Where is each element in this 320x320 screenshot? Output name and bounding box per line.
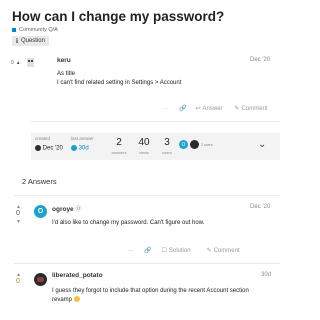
checkbox-icon: ☐ bbox=[161, 248, 167, 254]
username-text: ogroye bbox=[52, 206, 74, 213]
topic-stats: created Dec '20 last answer 30d 2 answer… bbox=[31, 133, 280, 160]
link-icon[interactable]: 🔗 bbox=[179, 105, 186, 112]
vote-count: 0 bbox=[16, 278, 20, 285]
post-date[interactable]: Dec '20 bbox=[250, 57, 270, 63]
answer-username[interactable]: ogroye Ⓞ bbox=[52, 204, 82, 213]
created-date: Dec '20 bbox=[42, 145, 63, 152]
smile-emoji-icon bbox=[73, 296, 80, 303]
answer-button[interactable]: ↩ Answer bbox=[195, 105, 223, 113]
question-line-1: As title bbox=[57, 71, 76, 77]
avatar[interactable]: O bbox=[34, 205, 47, 218]
answer-text-line-1: I guess they forgot to include that opti… bbox=[52, 288, 249, 294]
answer-text-line-2: revamp bbox=[52, 296, 80, 305]
post-username[interactable]: keru bbox=[57, 57, 71, 64]
chevron-down-icon[interactable]: ⌄ bbox=[258, 139, 266, 150]
info-icon: i bbox=[16, 37, 18, 45]
category-label: Community Q/A bbox=[19, 27, 58, 33]
avatar bbox=[71, 145, 77, 151]
answer-actions: ··· 🔗 ☐ Solution ✎ Comment bbox=[128, 247, 240, 255]
created-label: created bbox=[35, 136, 51, 141]
answer-username[interactable]: liberated_potato bbox=[52, 272, 103, 279]
views-count: 40 bbox=[138, 137, 150, 148]
tag-label: Question bbox=[20, 38, 45, 44]
views-caption: views bbox=[138, 150, 149, 155]
vote-count: 0 bbox=[16, 210, 20, 217]
page-title: How can I change my password? bbox=[12, 9, 225, 24]
divider bbox=[14, 195, 280, 196]
downvote-icon[interactable]: ▼ bbox=[16, 219, 21, 225]
badge-icon: Ⓞ bbox=[75, 207, 82, 213]
answer-label: Answer bbox=[202, 105, 223, 112]
comment-icon: ✎ bbox=[234, 106, 240, 112]
solution-button[interactable]: ☐ Solution bbox=[161, 247, 191, 255]
comment-label: Comment bbox=[241, 105, 268, 112]
last-answer-value[interactable]: 30d bbox=[71, 145, 89, 152]
answers-header: 2 Answers bbox=[22, 177, 57, 186]
participants-extra: 2 users bbox=[201, 143, 213, 147]
users-count: 3 bbox=[164, 137, 170, 148]
last-answer-label: last answer bbox=[71, 136, 94, 141]
question-line-2: I can't find related setting in Settings… bbox=[57, 80, 182, 86]
last-answer-date: 30d bbox=[78, 145, 89, 152]
comment-button[interactable]: ✎ Comment bbox=[206, 247, 240, 255]
avatar[interactable] bbox=[24, 56, 37, 69]
category-color-swatch bbox=[12, 28, 16, 32]
vote-count: 0 bbox=[11, 60, 14, 66]
created-value[interactable]: Dec '20 bbox=[35, 145, 63, 152]
participant-avatar[interactable]: O bbox=[179, 140, 188, 149]
divider bbox=[14, 263, 280, 264]
question-actions: ··· 🔗 ↩ Answer ✎ Comment bbox=[163, 105, 268, 113]
avatar bbox=[35, 145, 41, 151]
answers-count: 2 bbox=[116, 137, 122, 148]
link-icon[interactable]: 🔗 bbox=[144, 247, 151, 254]
category-link[interactable]: Community Q/A bbox=[12, 27, 58, 33]
more-button[interactable]: ··· bbox=[163, 106, 169, 112]
question-tag[interactable]: i Question bbox=[12, 36, 49, 46]
comment-label: Comment bbox=[213, 247, 240, 254]
answer-date[interactable]: 30d bbox=[261, 272, 271, 278]
answers-caption: answers bbox=[111, 150, 127, 155]
upvote-icon[interactable]: ▲ bbox=[16, 60, 21, 66]
comment-button[interactable]: ✎ Comment bbox=[234, 105, 268, 113]
more-button[interactable]: ··· bbox=[128, 248, 134, 254]
divider bbox=[31, 121, 280, 122]
solution-label: Solution bbox=[168, 247, 191, 254]
participant-avatar[interactable] bbox=[190, 140, 199, 149]
answer-text-line-2-content: revamp bbox=[52, 297, 73, 303]
avatar[interactable] bbox=[34, 273, 47, 286]
reply-icon: ↩ bbox=[195, 106, 201, 112]
users-caption: users bbox=[162, 150, 172, 155]
answer-text: I'd also like to change my password. Can… bbox=[52, 220, 205, 226]
comment-icon: ✎ bbox=[206, 248, 212, 254]
answer-date[interactable]: Dec '20 bbox=[250, 204, 270, 210]
